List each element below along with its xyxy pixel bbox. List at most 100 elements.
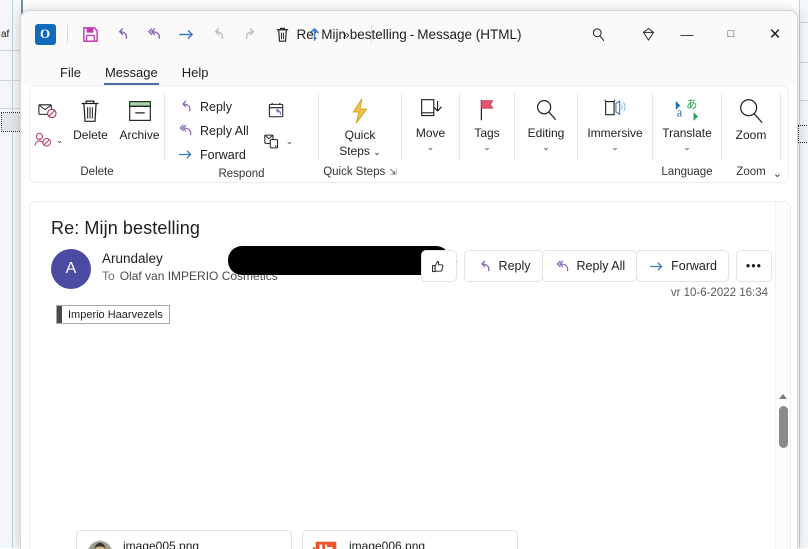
photo-avatar-thumbnail-icon: [85, 538, 115, 549]
forward-button[interactable]: Forward: [171, 144, 255, 165]
tags-button[interactable]: Tags ⌄: [460, 92, 514, 151]
close-button[interactable]: ✕: [753, 11, 797, 57]
ribbon-tabs: File Message Help: [21, 57, 797, 85]
scrollbar-thumb[interactable]: [779, 406, 788, 448]
editing-chevron-icon[interactable]: ⌄: [542, 143, 550, 151]
immersive-chevron-icon[interactable]: ⌄: [611, 143, 619, 151]
editing-button-label: Editing: [528, 127, 565, 140]
attachment-name: image005.png: [123, 539, 271, 549]
more-actions-label: •••: [746, 259, 762, 273]
respond-extra-col: ⌄: [255, 92, 294, 151]
tab-message[interactable]: Message: [94, 62, 169, 85]
dialog-launcher-icon[interactable]: ⇲: [389, 167, 397, 178]
delete-trash-icon[interactable]: [267, 19, 297, 49]
orange-e-logo-thumbnail-icon: TIC: [311, 538, 341, 549]
ribbon: ⌄ Delete Archive Delete: [29, 85, 789, 183]
to-label: To: [102, 269, 115, 283]
zoom-button-label: Zoom: [736, 129, 767, 142]
ribbon-group-quick-steps: Quick Steps ⌄ Quick Steps ⇲: [319, 86, 401, 182]
ribbon-group-quick-steps-label: Quick Steps ⇲: [319, 162, 401, 182]
ribbon-group-immersive: Immersive ⌄: [578, 86, 652, 182]
tab-file[interactable]: File: [49, 62, 92, 85]
undo-all-icon[interactable]: [139, 19, 169, 49]
block-sender-icon[interactable]: ⌄: [33, 131, 64, 149]
ribbon-group-respond-label: Respond: [165, 165, 318, 182]
ribbon-collapse-chevron-icon[interactable]: ⌄: [773, 167, 782, 180]
background-right-pane: [799, 0, 808, 548]
translate-button-label: Translate: [662, 127, 712, 140]
message-window: » Re: Mijn bestelling-Message (HTML) — □…: [20, 10, 798, 549]
ribbon-group-editing-label: [515, 162, 577, 182]
ribbon-group-editing: Editing ⌄: [515, 86, 577, 182]
reply-button[interactable]: Reply: [464, 250, 543, 282]
more-respond-icon[interactable]: ⌄: [263, 132, 294, 151]
archive-button[interactable]: Archive: [115, 92, 164, 142]
contact-tag-label: Imperio Haarvezels: [62, 306, 169, 323]
zoom-button[interactable]: Zoom: [722, 92, 780, 142]
ribbon-group-tags: Tags ⌄: [460, 86, 514, 182]
delete-small-col: ⌄: [30, 92, 66, 149]
tab-help[interactable]: Help: [171, 62, 220, 85]
background-list-item-marker: [799, 126, 808, 142]
quick-steps-button[interactable]: Quick Steps ⌄: [321, 92, 399, 159]
overflow-chevrons-icon[interactable]: »: [331, 19, 361, 49]
forward-arrow-icon[interactable]: [171, 19, 201, 49]
attachment-meta: image006.png 18 KB: [349, 539, 497, 549]
svg-text:あ: あ: [686, 98, 697, 111]
title-bar: » Re: Mijn bestelling-Message (HTML) — □…: [21, 11, 797, 57]
forward-button[interactable]: Forward: [636, 250, 729, 282]
reply-all-button-label: Reply All: [577, 259, 626, 273]
quick-steps-group-text: Quick Steps: [323, 166, 385, 178]
diamond-icon[interactable]: [631, 11, 665, 57]
avatar[interactable]: A: [51, 249, 91, 289]
background-divider-horizontal-1: [0, 50, 21, 51]
background-divider-vertical-2: [12, 0, 13, 548]
reply-all-button-label: Reply All: [200, 124, 249, 138]
move-button[interactable]: Move ⌄: [402, 92, 459, 151]
forward-button-label: Forward: [671, 259, 717, 273]
move-chevron-icon[interactable]: ⌄: [427, 143, 435, 151]
scrollbar-up-arrow-icon[interactable]: [779, 394, 787, 399]
background-folder-pane: [0, 0, 22, 548]
ignore-icon[interactable]: [37, 101, 58, 122]
forward-icon: [177, 146, 194, 163]
reply-all-button[interactable]: Reply All: [171, 120, 255, 141]
reply-icon: [177, 98, 194, 115]
window-title-type: Message (HTML): [417, 27, 521, 42]
ribbon-group-zoom-label: Zoom: [722, 162, 780, 182]
save-icon[interactable]: [75, 19, 105, 49]
undo-disabled-icon: [203, 19, 233, 49]
background-selected-folder[interactable]: [2, 113, 21, 131]
ribbon-group-respond: Reply Reply All Forward: [165, 86, 318, 182]
attachment-item[interactable]: TIC image006.png 18 KB ⌄: [302, 530, 518, 549]
search-icon[interactable]: [581, 11, 615, 57]
background-divider-right-1: [799, 22, 808, 23]
meeting-icon[interactable]: [263, 101, 294, 122]
window-controls: — □ ✕: [581, 11, 797, 57]
delete-button[interactable]: Delete: [66, 92, 115, 142]
up-arrow-icon[interactable]: [299, 19, 329, 49]
svg-text:a: a: [677, 106, 683, 120]
reply-all-button[interactable]: Reply All: [542, 250, 638, 282]
editing-button[interactable]: Editing ⌄: [516, 92, 576, 151]
translate-chevron-icon[interactable]: ⌄: [683, 143, 691, 151]
tags-chevron-icon[interactable]: ⌄: [483, 143, 491, 151]
ribbon-group-delete: ⌄ Delete Archive Delete: [30, 86, 164, 182]
reading-pane: Re: Mijn bestelling A Arundaley ToOlaf v…: [29, 201, 791, 549]
background-divider-horizontal-3: [0, 108, 21, 109]
redaction-bar: [228, 246, 450, 275]
like-button[interactable]: [421, 250, 457, 282]
more-actions-button[interactable]: •••: [736, 250, 772, 282]
delete-button-label: Delete: [73, 129, 108, 142]
maximize-button[interactable]: □: [709, 11, 753, 57]
ribbon-group-move-label: [402, 162, 459, 182]
reply-button[interactable]: Reply: [171, 96, 255, 117]
immersive-button[interactable]: Immersive ⌄: [580, 92, 650, 151]
attachment-item[interactable]: image005.png 20 KB ⌄: [76, 530, 292, 549]
translate-button[interactable]: aあ Translate ⌄: [654, 92, 720, 151]
minimize-button[interactable]: —: [665, 11, 709, 57]
undo-icon[interactable]: [107, 19, 137, 49]
reply-button-label: Reply: [499, 259, 531, 273]
reading-pane-scrollbar[interactable]: [775, 202, 790, 549]
ribbon-group-language: aあ Translate ⌄ Language: [653, 86, 721, 182]
